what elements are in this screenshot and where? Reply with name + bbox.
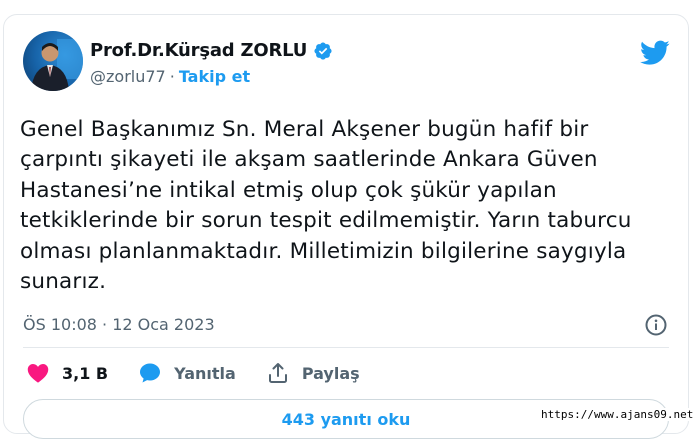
twitter-bird-icon[interactable]	[640, 40, 670, 66]
info-icon[interactable]	[644, 313, 668, 337]
share-button[interactable]: Paylaş	[266, 361, 360, 385]
heart-icon	[27, 364, 49, 383]
tweet-timestamp[interactable]: ÖS 10:08 · 12 Oca 2023	[23, 315, 215, 334]
verified-badge-icon	[313, 41, 333, 61]
author-display-name[interactable]: Prof.Dr.Kürşad ZORLU	[90, 40, 307, 61]
separator-dot: ·	[169, 67, 175, 86]
author-handle[interactable]: @zorlu77	[90, 67, 166, 86]
avatar[interactable]	[23, 31, 83, 91]
follow-button[interactable]: Takip et	[179, 67, 250, 86]
like-button[interactable]: 3,1 B	[26, 361, 108, 385]
tweet-card: Prof.Dr.Kürşad ZORLU @zorlu77 · Takip et G…	[3, 14, 689, 439]
tweet-text: Genel Başkanımız Sn. Meral Akşener bugün…	[20, 117, 632, 295]
divider	[23, 347, 669, 348]
author-handle-row: @zorlu77 · Takip et	[90, 67, 250, 86]
share-icon	[268, 363, 287, 383]
like-count: 3,1 B	[62, 363, 109, 383]
action-bar: 3,1 B Yanıtla Paylaş	[26, 361, 390, 385]
watermark: https://www.ajans09.net	[539, 408, 696, 421]
author-name-row: Prof.Dr.Kürşad ZORLU	[90, 40, 333, 61]
reply-label: Yanıtla	[174, 363, 236, 383]
reply-button[interactable]: Yanıtla	[138, 361, 236, 385]
reply-bubble-icon	[140, 363, 161, 383]
share-label: Paylaş	[301, 363, 360, 383]
